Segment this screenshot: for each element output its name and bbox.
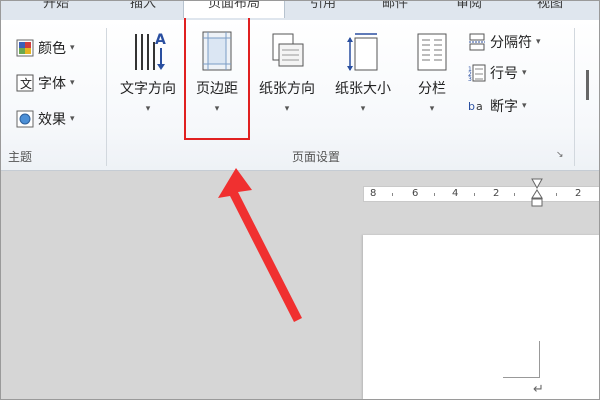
ruler-tick bbox=[392, 193, 393, 196]
hyphenation-button[interactable]: b a 断字 ▾ bbox=[468, 95, 527, 117]
effects-button[interactable]: 效果 ▾ bbox=[16, 108, 75, 130]
ruler-number: 2 bbox=[493, 188, 500, 199]
ruler-tick bbox=[434, 193, 435, 196]
line-numbers-icon: 1 2 3 bbox=[468, 64, 486, 83]
page-margin-corner bbox=[503, 341, 540, 378]
breaks-label: 分隔符 bbox=[490, 35, 532, 51]
paragraph-mark: ↵ bbox=[533, 382, 544, 397]
svg-text:A: A bbox=[155, 32, 166, 48]
group-separator bbox=[574, 28, 575, 166]
theme-group-label: 主题 bbox=[8, 150, 33, 164]
chevron-down-icon: ▾ bbox=[429, 104, 435, 114]
breaks-button[interactable]: 分隔符 ▾ bbox=[468, 31, 541, 53]
size-button[interactable]: 纸张大小 ▾ bbox=[326, 30, 400, 114]
hyphenation-label: 断字 bbox=[490, 99, 518, 115]
colors-button[interactable]: 颜色 ▾ bbox=[16, 37, 75, 59]
columns-icon bbox=[412, 33, 452, 78]
orientation-icon bbox=[267, 33, 307, 78]
margins-highlight-box bbox=[184, 16, 250, 140]
svg-text:a: a bbox=[476, 100, 483, 113]
effects-label: 效果 bbox=[38, 112, 66, 128]
chevron-down-icon: ▾ bbox=[145, 104, 151, 114]
colors-icon bbox=[16, 39, 34, 57]
chevron-down-icon: ▾ bbox=[360, 104, 366, 114]
line-numbers-label: 行号 bbox=[490, 66, 518, 82]
chevron-down-icon: ▾ bbox=[284, 104, 290, 114]
document-page[interactable] bbox=[363, 235, 600, 400]
chevron-down-icon: ▾ bbox=[70, 78, 75, 88]
ruler-tick bbox=[474, 193, 475, 196]
text-direction-button[interactable]: A 文字方向 ▾ bbox=[112, 30, 184, 114]
orientation-label: 纸张方向 bbox=[259, 81, 315, 97]
hyphenation-icon: b a bbox=[468, 97, 486, 115]
svg-text:b: b bbox=[468, 100, 475, 113]
tab-mailings[interactable]: 邮件 bbox=[362, 0, 428, 14]
ribbon-tab-strip: 开始 插入 页面布局 引用 邮件 审阅 视图 bbox=[0, 0, 600, 20]
tab-view[interactable]: 视图 bbox=[510, 0, 590, 14]
fonts-icon: 文 bbox=[16, 74, 34, 92]
tab-home[interactable]: 开始 bbox=[6, 0, 106, 14]
line-numbers-button[interactable]: 1 2 3 行号 ▾ bbox=[468, 62, 527, 84]
ruler-tick bbox=[556, 193, 557, 196]
horizontal-ruler[interactable]: 8 6 4 2 2 bbox=[363, 186, 600, 202]
effects-icon bbox=[16, 110, 34, 128]
columns-button[interactable]: 分栏 ▾ bbox=[404, 30, 460, 114]
dialog-launcher-icon[interactable]: ↘ bbox=[556, 150, 564, 160]
page-setup-group-label: 页面设置 bbox=[292, 150, 341, 164]
next-group-edge bbox=[582, 30, 592, 150]
ruler-number: 6 bbox=[412, 188, 419, 199]
ruler-tick bbox=[514, 193, 515, 196]
fonts-label: 字体 bbox=[38, 76, 66, 92]
group-separator bbox=[106, 28, 107, 166]
text-direction-icon: A bbox=[128, 32, 168, 78]
chevron-down-icon: ▾ bbox=[70, 43, 75, 53]
breaks-icon bbox=[468, 33, 486, 51]
ruler-number: 2 bbox=[575, 188, 582, 199]
chevron-down-icon: ▾ bbox=[522, 101, 527, 111]
indent-marker-icon[interactable] bbox=[531, 178, 543, 208]
ribbon: 颜色 ▾ 文 字体 ▾ 效果 ▾ 主题 A 文字方向 ▾ 页边距 ▾ 纸张方向 … bbox=[0, 20, 600, 171]
size-icon bbox=[343, 33, 383, 78]
fonts-button[interactable]: 文 字体 ▾ bbox=[16, 72, 75, 94]
tab-review[interactable]: 审阅 bbox=[436, 0, 502, 14]
svg-text:3: 3 bbox=[468, 76, 472, 82]
chevron-down-icon: ▾ bbox=[522, 68, 527, 78]
columns-label: 分栏 bbox=[418, 81, 446, 97]
colors-label: 颜色 bbox=[38, 41, 66, 57]
svg-text:文: 文 bbox=[20, 76, 32, 91]
tab-page-layout[interactable]: 页面布局 bbox=[183, 0, 285, 18]
chevron-down-icon: ▾ bbox=[70, 114, 75, 124]
size-label: 纸张大小 bbox=[335, 81, 391, 97]
chevron-down-icon: ▾ bbox=[536, 37, 541, 47]
ruler-number: 8 bbox=[370, 188, 377, 199]
tab-references[interactable]: 引用 bbox=[290, 0, 356, 14]
text-direction-label: 文字方向 bbox=[120, 81, 176, 97]
orientation-button[interactable]: 纸张方向 ▾ bbox=[252, 30, 322, 114]
ruler-number: 4 bbox=[452, 188, 459, 199]
tab-insert[interactable]: 插入 bbox=[110, 0, 176, 14]
